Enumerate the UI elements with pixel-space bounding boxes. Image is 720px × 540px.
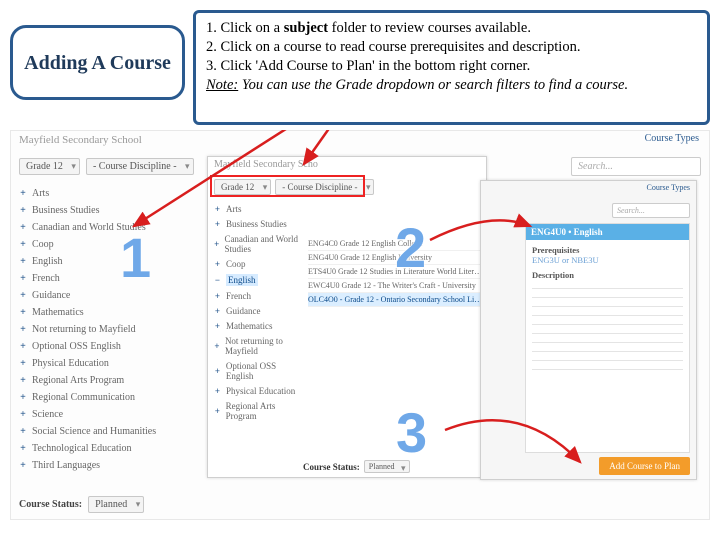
subject-folder[interactable]: +Regional Communication: [19, 389, 209, 406]
course-detail-panel: ENG4U0 • English Prerequisites ENG3U or …: [525, 223, 690, 453]
expand-icon: +: [19, 307, 27, 318]
subject-folder[interactable]: +Not returning to Mayfield: [19, 321, 209, 338]
instruction-3: 3. Click 'Add Course to Plan' in the bot…: [206, 57, 697, 76]
expand-icon: +: [19, 188, 27, 199]
expand-icon: +: [214, 366, 221, 376]
expand-icon: +: [19, 375, 27, 386]
subject-folder[interactable]: −English: [214, 271, 304, 288]
course-status-dropdown[interactable]: Planned: [88, 496, 144, 513]
subject-folder[interactable]: +English: [19, 253, 209, 270]
expand-icon: +: [19, 324, 27, 335]
instruction-1: 1. Click on a subject folder to review c…: [206, 19, 697, 38]
expand-icon: +: [19, 256, 27, 267]
subject-folder[interactable]: +Optional OSS English: [19, 338, 209, 355]
subject-folder[interactable]: +Business Studies: [19, 202, 209, 219]
subject-folder[interactable]: +Optional OSS English: [214, 358, 304, 383]
course-row[interactable]: ENG4C0 Grade 12 English College: [308, 237, 483, 251]
slide-title: Adding A Course: [24, 51, 171, 75]
course-row[interactable]: ETS4U0 Grade 12 Studies in Literature Wo…: [308, 265, 483, 279]
expand-icon: +: [214, 386, 221, 396]
course-code-header: ENG4U0 • English: [526, 224, 689, 240]
expand-icon: +: [19, 460, 27, 471]
subject-folder[interactable]: +Canadian and World Studies: [214, 231, 304, 256]
add-course-to-plan-button[interactable]: Add Course to Plan: [599, 457, 690, 475]
expand-icon: +: [19, 341, 27, 352]
slide-title-box: Adding A Course: [10, 25, 185, 100]
course-row[interactable]: EWC4U0 Grade 12 - The Writer's Craft - U…: [308, 279, 483, 293]
expand-icon: +: [214, 239, 219, 249]
subject-folder[interactable]: +Mathematics: [19, 304, 209, 321]
subject-folder[interactable]: +Science: [19, 406, 209, 423]
expand-icon: +: [214, 259, 221, 269]
grade-dropdown-2[interactable]: Grade 12: [214, 179, 271, 195]
course-list: ENG4C0 Grade 12 English CollegeENG4U0 Gr…: [308, 237, 483, 307]
expand-icon: −: [214, 275, 221, 285]
overlay-expanded-subject: Mayfield Secondary Scho Grade 12 - Cours…: [207, 156, 487, 478]
prerequisites-value: ENG3U or NBE3U: [532, 255, 683, 265]
subject-folder[interactable]: +Mathematics: [214, 318, 304, 333]
subject-folder[interactable]: +Technological Education: [19, 440, 209, 457]
school-name: Mayfield Secondary School: [11, 131, 709, 151]
expand-icon: +: [214, 406, 221, 416]
expand-icon: +: [19, 273, 27, 284]
expand-icon: +: [19, 358, 27, 369]
course-status-label-2: Course Status:: [303, 462, 360, 472]
subject-folder[interactable]: +Regional Arts Program: [214, 398, 304, 423]
expand-icon: +: [214, 306, 221, 316]
expand-icon: +: [19, 392, 27, 403]
discipline-dropdown[interactable]: - Course Discipline -: [86, 158, 194, 175]
prerequisites-label: Prerequisites: [532, 245, 683, 255]
expand-icon: +: [19, 290, 27, 301]
course-status-label: Course Status:: [19, 499, 82, 510]
subject-folder[interactable]: +Not returning to Mayfield: [214, 333, 304, 358]
expand-icon: +: [19, 205, 27, 216]
subject-folder[interactable]: +Guidance: [214, 303, 304, 318]
subject-folder[interactable]: +Arts: [19, 185, 209, 202]
description-label: Description: [532, 270, 683, 280]
subject-folder[interactable]: +Arts: [214, 201, 304, 216]
expand-icon: +: [214, 291, 221, 301]
expand-icon: +: [214, 341, 220, 351]
course-types-link-3[interactable]: Course Types: [646, 183, 690, 192]
course-row[interactable]: ENG4U0 Grade 12 English University: [308, 251, 483, 265]
subject-folder[interactable]: +Regional Arts Program: [19, 372, 209, 389]
expand-icon: +: [19, 222, 27, 233]
course-status-bar: Course Status: Planned: [19, 496, 144, 513]
subject-folder[interactable]: +Physical Education: [214, 383, 304, 398]
subject-folder[interactable]: +Social Science and Humanities: [19, 423, 209, 440]
instruction-2: 2. Click on a course to read course prer…: [206, 38, 697, 57]
instructions-box: 1. Click on a subject folder to review c…: [193, 10, 710, 125]
subject-folder[interactable]: +Coop: [214, 256, 304, 271]
search-input-3[interactable]: Search...: [612, 203, 690, 218]
overlay-course-detail: Course Types Search... ENG4U0 • English …: [480, 180, 697, 480]
subject-folder[interactable]: +Physical Education: [19, 355, 209, 372]
course-row[interactable]: OLC4O0 - Grade 12 - Ontario Secondary Sc…: [308, 293, 483, 307]
expand-icon: +: [214, 219, 221, 229]
subject-folder[interactable]: +Canadian and World Studies: [19, 219, 209, 236]
discipline-dropdown-2[interactable]: - Course Discipline -: [275, 179, 374, 195]
subject-folder[interactable]: +Guidance: [19, 287, 209, 304]
school-name-2: Mayfield Secondary Scho: [208, 157, 486, 175]
subject-folder[interactable]: +Business Studies: [214, 216, 304, 231]
course-types-link[interactable]: Course Types: [645, 133, 699, 144]
instruction-note: Note: You can use the Grade dropdown or …: [206, 76, 697, 95]
expand-icon: +: [19, 409, 27, 420]
expand-icon: +: [19, 426, 27, 437]
grade-dropdown[interactable]: Grade 12: [19, 158, 80, 175]
subject-folder[interactable]: +French: [19, 270, 209, 287]
subject-tree-2: +Arts+Business Studies+Canadian and Worl…: [214, 201, 304, 423]
subject-tree: +Arts+Business Studies+Canadian and Worl…: [19, 185, 209, 474]
expand-icon: +: [214, 204, 221, 214]
search-input[interactable]: Search...: [571, 157, 701, 176]
expand-icon: +: [19, 443, 27, 454]
expand-icon: +: [19, 239, 27, 250]
course-status-dropdown-2[interactable]: Planned: [364, 460, 410, 473]
subject-folder[interactable]: +Third Languages: [19, 457, 209, 474]
subject-folder[interactable]: +French: [214, 288, 304, 303]
subject-folder[interactable]: +Coop: [19, 236, 209, 253]
expand-icon: +: [214, 321, 221, 331]
